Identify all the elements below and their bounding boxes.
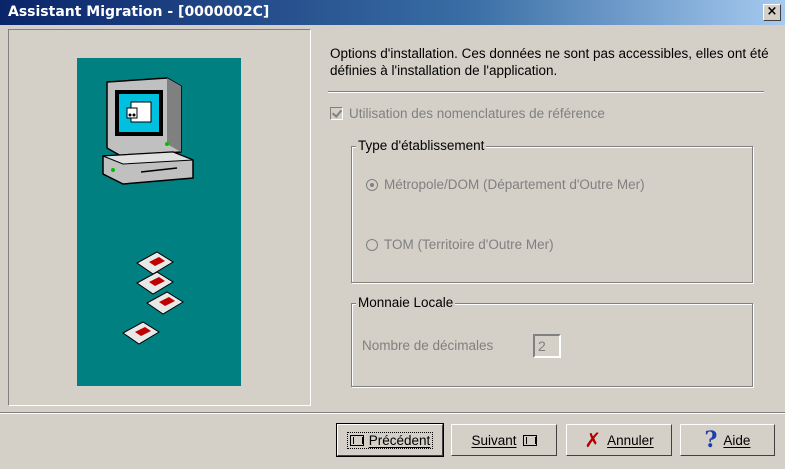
radio-button[interactable] [366, 238, 378, 251]
footer-separator [0, 412, 785, 414]
cancel-x-icon: ✗ [584, 428, 602, 452]
cancel-label: Annuler [607, 432, 654, 448]
floppy-disk-icon [146, 291, 184, 315]
nomenclature-checkbox[interactable] [330, 106, 343, 120]
previous-label: Précédent [368, 432, 431, 448]
decimals-input[interactable]: 2 [533, 334, 561, 358]
help-button[interactable]: ? Aide [680, 424, 775, 456]
next-icon [522, 434, 537, 446]
cancel-button[interactable]: ✗ Annuler [566, 424, 672, 456]
nomenclature-label: Utilisation des nomenclatures de référen… [349, 105, 605, 121]
previous-icon [349, 434, 364, 446]
radio-metropole[interactable]: Métropole/DOM (Département d'Outre Mer) [366, 177, 645, 192]
monnaie-locale-legend: Monnaie Locale [356, 295, 456, 310]
header-separator [328, 91, 764, 93]
computer-icon [102, 77, 194, 185]
help-label: Aide [723, 432, 751, 448]
description-text: Options d'installation. Ces données ne s… [330, 46, 769, 78]
radio-metropole-label: Métropole/DOM (Département d'Outre Mer) [384, 177, 645, 192]
close-button[interactable]: × [763, 4, 781, 21]
radio-tom-label: TOM (Territoire d'Outre Mer) [384, 237, 554, 252]
previous-button[interactable]: Précédent [336, 423, 444, 457]
focus-indicator: Précédent [346, 431, 434, 449]
nomenclature-checkbox-row[interactable]: Utilisation des nomenclatures de référen… [330, 104, 605, 122]
type-etablissement-legend: Type d'établissement [356, 138, 487, 153]
radio-button-selected[interactable] [366, 178, 378, 191]
next-button[interactable]: Suivant [451, 424, 557, 456]
radio-tom[interactable]: TOM (Territoire d'Outre Mer) [366, 237, 554, 252]
window-title: Assistant Migration - [0000002C] [8, 4, 270, 20]
next-label: Suivant [471, 432, 517, 448]
type-etablissement-group: Type d'établissement [351, 138, 753, 283]
floppy-disk-icon [122, 321, 160, 345]
illustration-background [77, 58, 241, 386]
illustration-panel [8, 29, 311, 406]
title-bar: Assistant Migration - [0000002C] × [0, 0, 785, 25]
help-question-icon: ? [704, 427, 718, 453]
decimals-label: Nombre de décimales [362, 338, 494, 353]
